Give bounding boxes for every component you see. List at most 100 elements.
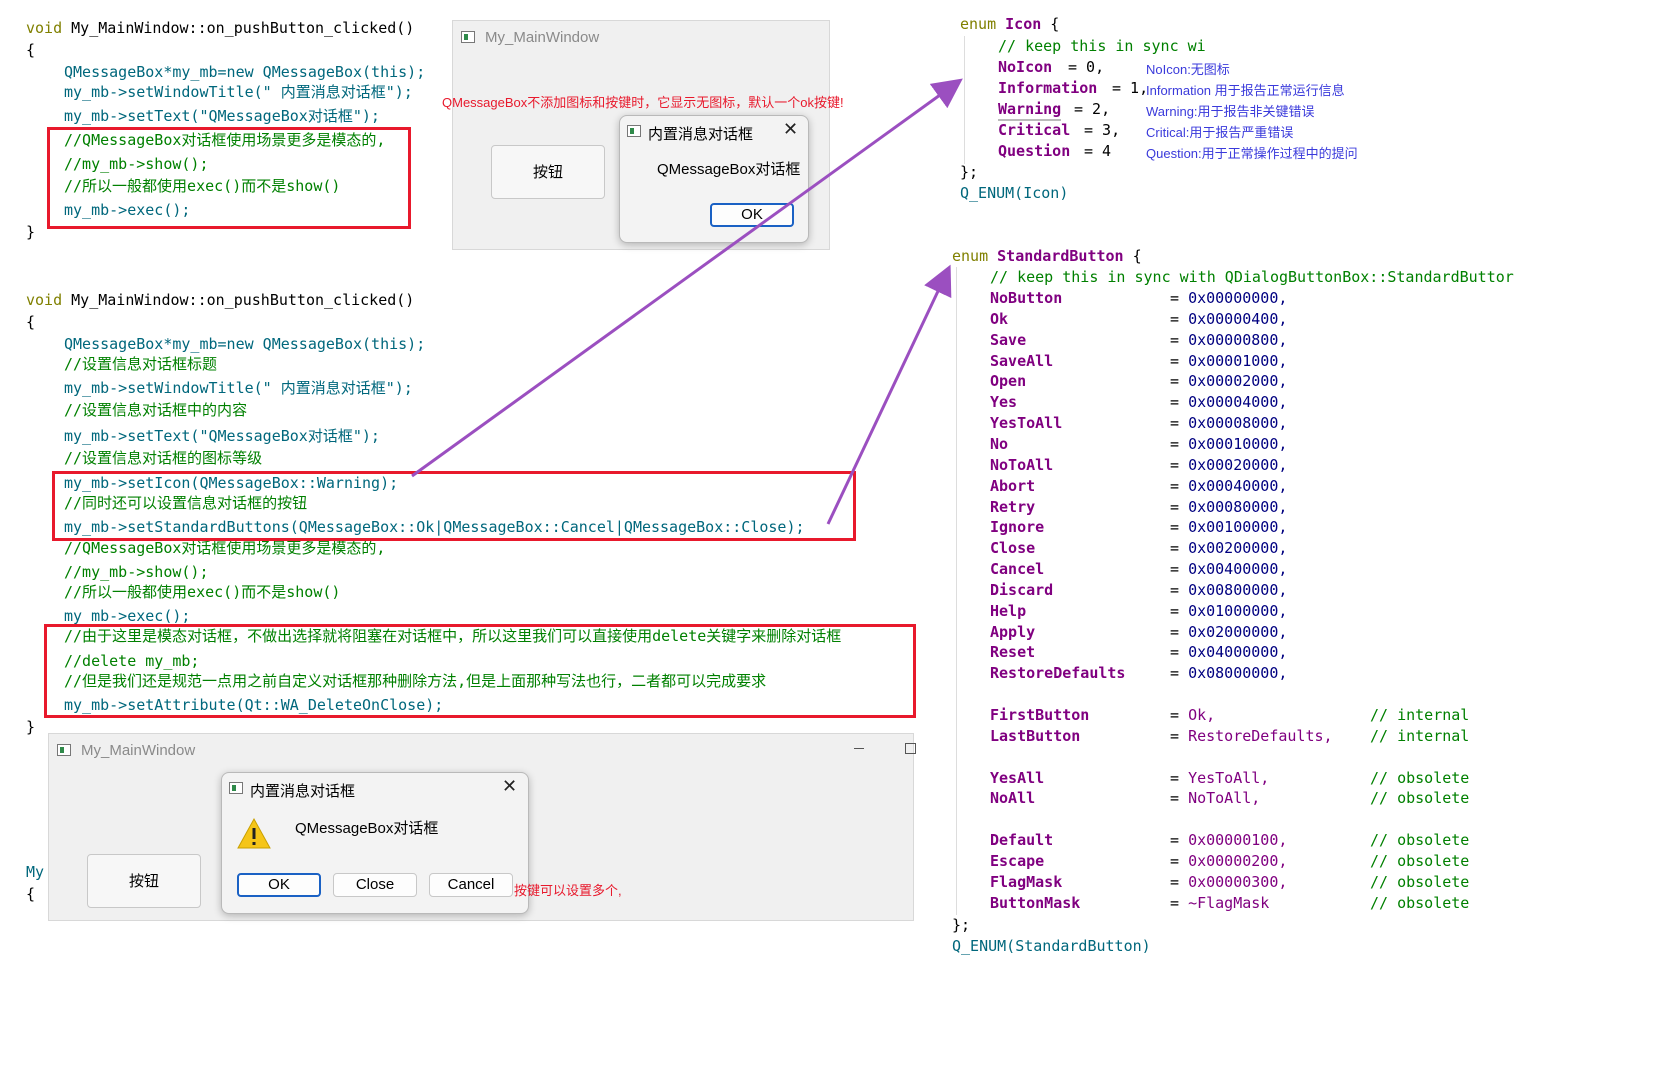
enum-entry-value: = 0x08000000, <box>1170 664 1288 683</box>
hex-value: 0x00002000, <box>1188 372 1288 391</box>
warning-icon <box>237 817 271 849</box>
enum-entry-name: Save <box>990 330 1027 349</box>
window-title: My_MainWindow <box>81 742 196 759</box>
alias-value: 0x00000300, <box>1188 872 1288 891</box>
enum-entry-comment: // internal <box>1370 706 1470 724</box>
enum-entry-comment: // obsolete <box>1370 768 1470 787</box>
enum-entry-value: = 2, <box>1074 100 1111 118</box>
highlight-box <box>52 471 856 541</box>
dialog-title: 内置消息对话框 <box>250 783 356 800</box>
hex-value: 0x04000000, <box>1188 643 1288 662</box>
icon-enum-panel: enum Icon { // keep this in sync wi NoIc… <box>958 12 1388 212</box>
brace-close: } <box>26 223 36 241</box>
code-comment: //设置信息对话框的图标等级 <box>64 449 263 467</box>
code-line: QMessageBox*my_mb=new QMessageBox(this); <box>64 335 426 353</box>
signature-text: My_MainWindow::on_pushButton_clicked() <box>71 291 415 309</box>
annotation-no-icon: QMessageBox不添加图标和按键时，它显示无图标，默认一个ok按键! <box>442 95 844 110</box>
enum-entry-name: Ok <box>990 309 1009 328</box>
code-line: my_mb->setWindowTitle(" 内置消息对话框"); <box>64 379 413 397</box>
enum-entry-value: = 0x00004000, <box>1170 393 1288 412</box>
hex-value: 0x00800000, <box>1188 580 1288 599</box>
enum-entry-name: Critical <box>998 121 1071 139</box>
enum-entry-name: Cancel <box>990 560 1045 579</box>
code-fragment: My { <box>18 860 52 920</box>
enum-header: enum StandardButton { <box>952 247 1142 265</box>
message-dialog: 内置消息对话框 ✕ QMessageBox对话框 OK <box>619 115 809 243</box>
close-icon[interactable]: ✕ <box>502 776 517 797</box>
main-window-top: My_MainWindow 按钮 内置消息对话框 ✕ QMessageBox对话… <box>452 20 830 250</box>
enum-entry-comment: // internal <box>1370 726 1470 745</box>
enum-entry-name: YesToAll <box>990 414 1063 433</box>
code-line: QMessageBox*my_mb=new QMessageBox(this); <box>64 63 426 81</box>
code-comment: //my_mb->show(); <box>64 563 209 581</box>
enum-entry-value: = 0x00000300, <box>1170 872 1288 891</box>
enum-entry-value: = 0x00001000, <box>1170 351 1288 370</box>
enum-entry-value: = 1, <box>1112 79 1149 97</box>
ok-button[interactable]: OK <box>237 873 321 897</box>
enum-entry-value: = 0x00000000, <box>1170 289 1288 307</box>
enum-entry-value: = 0x00800000, <box>1170 580 1288 599</box>
hex-value: 0x00200000, <box>1188 539 1288 558</box>
code-line: my_mb->setText("QMessageBox对话框"); <box>64 427 380 445</box>
window-title: My_MainWindow <box>485 29 600 46</box>
annotation-multi-buttons: 按键可以设置多个, <box>514 883 622 898</box>
enum-note: Question:用于正常操作过程中的提问 <box>1146 146 1358 161</box>
enum-entry-name: No <box>990 434 1009 453</box>
push-button[interactable]: 按钮 <box>491 145 605 199</box>
alias-value: 0x00000100, <box>1188 831 1288 850</box>
enum-entry-name: Ignore <box>990 518 1045 537</box>
alias-value: NoToAll, <box>1188 789 1261 808</box>
hex-value: 0x00400000, <box>1188 560 1288 579</box>
enum-entry-value: = 0x00400000, <box>1170 560 1288 579</box>
code-line: my_mb->setWindowTitle(" 内置消息对话框"); <box>64 83 413 101</box>
enum-entry-value: = YesToAll, <box>1170 768 1270 787</box>
enum-comment: // keep this in sync with QDialogButtonB… <box>990 268 1514 286</box>
ok-button[interactable]: OK <box>710 203 794 227</box>
hex-value: 0x00010000, <box>1188 434 1288 453</box>
alias-value: RestoreDefaults, <box>1188 726 1333 745</box>
enum-entry-name: Reset <box>990 643 1036 662</box>
enum-entry-value: = 0x01000000, <box>1170 601 1288 620</box>
hex-value: 0x08000000, <box>1188 664 1288 683</box>
hex-value: 0x02000000, <box>1188 622 1288 641</box>
enum-close: }; <box>952 916 971 934</box>
hex-value: 0x00100000, <box>1188 518 1288 537</box>
alias-value: 0x00000200, <box>1188 851 1288 870</box>
maximize-icon[interactable] <box>905 743 916 754</box>
minimize-icon[interactable] <box>854 748 864 749</box>
close-icon[interactable]: ✕ <box>783 119 798 140</box>
dialog-icon <box>627 125 641 137</box>
enum-entry-value: = 0, <box>1068 58 1105 76</box>
app-icon <box>57 744 71 756</box>
enum-entry-name: Discard <box>990 580 1054 599</box>
hex-value: 0x00004000, <box>1188 393 1288 412</box>
enum-entry-name: SaveAll <box>990 351 1054 370</box>
main-window-bottom: My_MainWindow 按钮 内置消息对话框 ✕ QMessageBox对话… <box>48 733 916 921</box>
brace-open: { <box>26 41 36 59</box>
enum-entry-value: = 0x00100000, <box>1170 518 1288 537</box>
signature-text: My_MainWindow::on_pushButton_clicked() <box>71 19 415 37</box>
dialog-text: QMessageBox对话框 <box>657 161 801 178</box>
enum-entry-value: = 3, <box>1084 121 1121 139</box>
enum-entry-name: FlagMask <box>990 872 1063 891</box>
dialog-title: 内置消息对话框 <box>648 126 754 143</box>
enum-guide <box>956 267 957 915</box>
cancel-button[interactable]: Cancel <box>429 873 513 897</box>
enum-note: Information 用于报告正常运行信息 <box>1146 83 1345 98</box>
enum-entry-value: = Ok, <box>1170 706 1216 724</box>
code-comment: //设置信息对话框中的内容 <box>64 401 248 419</box>
code-comment: //设置信息对话框标题 <box>64 355 218 373</box>
hex-value: 0x01000000, <box>1188 601 1288 620</box>
alias-value: ~FlagMask <box>1188 893 1270 912</box>
enum-entry-value: = 0x00080000, <box>1170 497 1288 516</box>
enum-entry-name: LastButton <box>990 726 1081 745</box>
enum-entry-comment: // obsolete <box>1370 851 1470 870</box>
bottom-code-signature: void My_MainWindow::on_pushButton_clicke… <box>26 291 415 309</box>
push-button[interactable]: 按钮 <box>87 854 201 908</box>
hex-value: 0x00008000, <box>1188 414 1288 433</box>
enum-entry-name: NoAll <box>990 789 1036 808</box>
hex-value: 0x00000400, <box>1188 309 1288 328</box>
close-button[interactable]: Close <box>333 873 417 897</box>
enum-entry-value: = ~FlagMask <box>1170 893 1270 912</box>
hex-value: 0x00001000, <box>1188 351 1288 370</box>
